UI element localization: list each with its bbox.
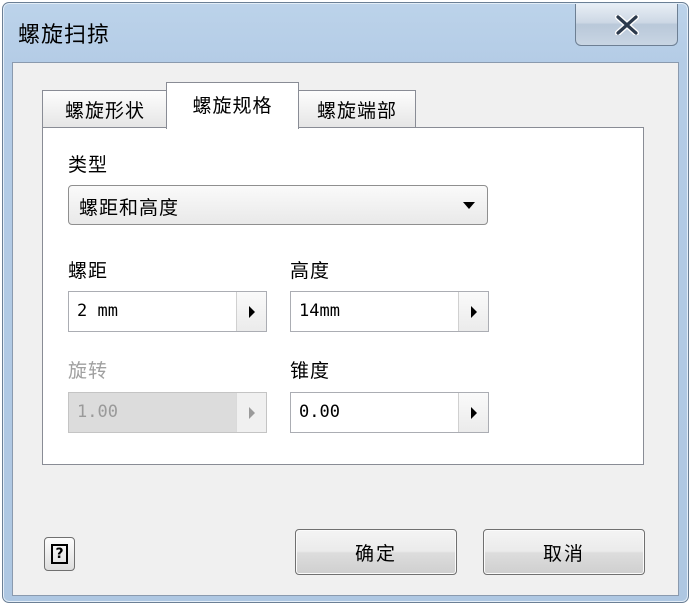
height-value: 14mm [299, 301, 340, 321]
revolution-field: 1.00 [68, 392, 267, 433]
height-label: 高度 [290, 260, 331, 282]
tab-panel: 类型 螺距和高度 螺距 2 mm 高度 14mm 旋转 1.00 锥度 0.00 [42, 127, 644, 465]
tab-label: 螺旋形状 [64, 100, 145, 122]
right-arrow-icon [470, 406, 477, 419]
dialog-title: 螺旋扫掠 [18, 23, 111, 48]
help-button[interactable]: ? [44, 537, 75, 571]
type-dropdown-value: 螺距和高度 [79, 197, 180, 219]
tab-helix-specification[interactable]: 螺旋规格 [166, 82, 299, 129]
pitch-field[interactable]: 2 mm [68, 291, 267, 332]
pitch-label: 螺距 [68, 260, 109, 282]
dropdown-arrow-icon [463, 202, 475, 209]
tab-label: 螺旋端部 [316, 100, 397, 122]
tab-label: 螺旋规格 [192, 94, 273, 117]
revolution-flyout-button [236, 393, 266, 432]
close-button[interactable] [575, 4, 678, 46]
cancel-button[interactable]: 取消 [483, 529, 645, 575]
help-icon: ? [51, 544, 68, 564]
pitch-value: 2 mm [77, 301, 118, 321]
height-flyout-button[interactable] [458, 292, 488, 331]
dialog-client-area: 螺旋形状 螺旋规格 螺旋端部 类型 螺距和高度 螺距 2 mm 高度 14mm [12, 62, 679, 596]
pitch-flyout-button[interactable] [236, 292, 266, 331]
tab-helix-shape[interactable]: 螺旋形状 [42, 90, 168, 128]
taper-flyout-button[interactable] [458, 393, 488, 432]
revolution-label: 旋转 [68, 360, 109, 382]
height-field[interactable]: 14mm [290, 291, 489, 332]
close-icon [614, 14, 639, 35]
ok-button[interactable]: 确定 [295, 529, 457, 575]
taper-value: 0.00 [299, 402, 340, 422]
dialog-window: 螺旋扫掠 螺旋形状 螺旋规格 螺旋端部 类型 螺距和高度 螺距 2 mm 高度 … [2, 2, 689, 603]
revolution-value: 1.00 [77, 402, 118, 422]
taper-label: 锥度 [290, 360, 331, 382]
right-arrow-icon [248, 305, 255, 318]
right-arrow-icon [248, 406, 255, 419]
right-arrow-icon [470, 305, 477, 318]
type-dropdown[interactable]: 螺距和高度 [68, 185, 488, 225]
type-label: 类型 [68, 154, 109, 176]
taper-field[interactable]: 0.00 [290, 392, 489, 433]
tab-helix-ends[interactable]: 螺旋端部 [298, 90, 416, 128]
